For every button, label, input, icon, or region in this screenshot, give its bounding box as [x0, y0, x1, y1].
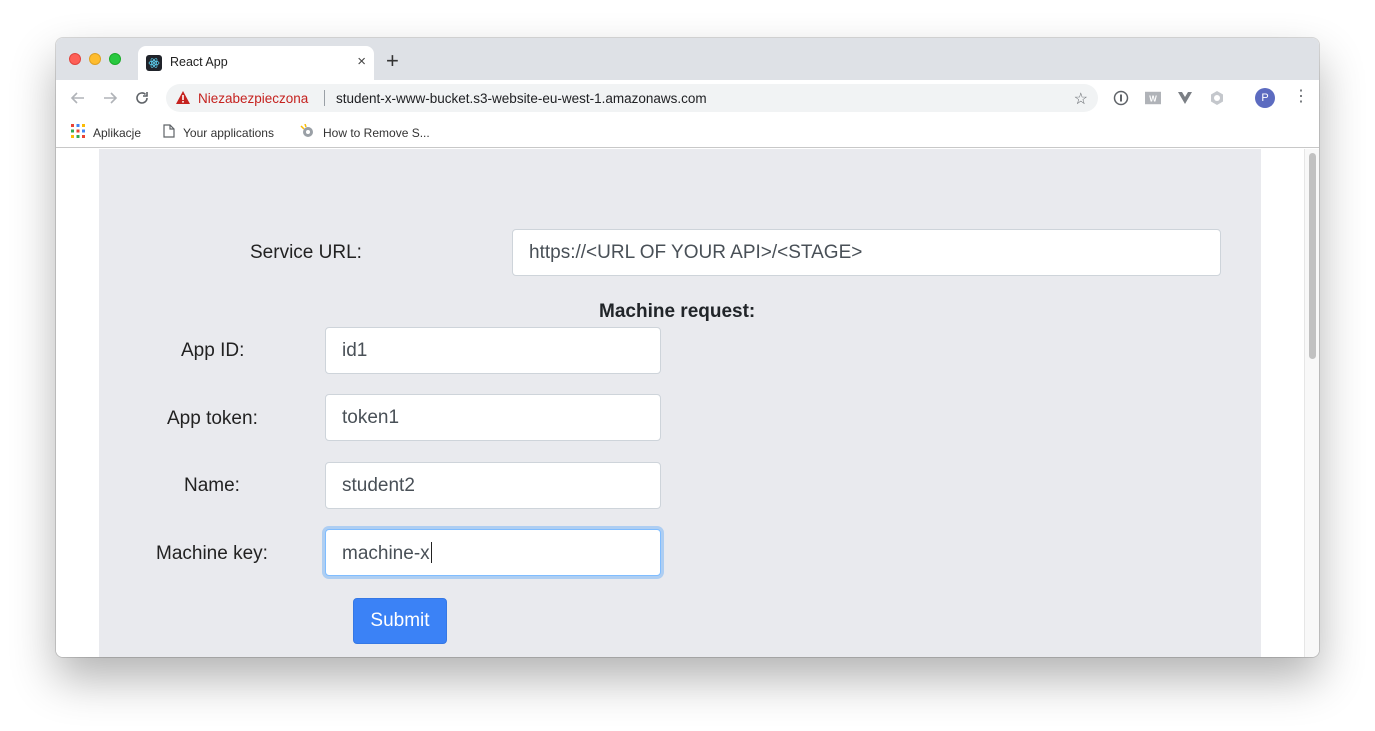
page-viewport: Service URL: https://<URL OF YOUR API>/<… — [56, 149, 1304, 657]
tab-strip: React App × + — [56, 38, 1319, 80]
browser-toolbar: Niezabezpieczona student-x-www-bucket.s3… — [56, 80, 1319, 116]
extension-vue-icon[interactable] — [1177, 90, 1193, 106]
page-icon — [163, 124, 175, 141]
extension-wappalyzer-icon[interactable]: W — [1145, 90, 1161, 106]
omnibox-separator — [324, 90, 325, 106]
window-maximize-button[interactable] — [109, 53, 121, 65]
form-panel: Service URL: https://<URL OF YOUR API>/<… — [99, 149, 1261, 657]
forward-arrow-icon[interactable] — [100, 88, 120, 108]
address-bar[interactable]: Niezabezpieczona student-x-www-bucket.s3… — [166, 84, 1098, 112]
submit-button[interactable]: Submit — [353, 598, 447, 644]
apps-grid-icon — [71, 124, 85, 141]
app-token-value: token1 — [342, 407, 400, 428]
app-id-value: id1 — [342, 340, 368, 361]
tab-close-icon[interactable]: × — [357, 53, 366, 71]
security-status-label[interactable]: Niezabezpieczona — [198, 91, 308, 106]
new-tab-button[interactable]: + — [386, 50, 399, 72]
service-url-label: Service URL: — [250, 242, 362, 263]
name-value: student2 — [342, 475, 415, 496]
name-input[interactable]: student2 — [325, 462, 661, 509]
bookmark-how-to-remove[interactable]: How to Remove S... — [300, 123, 430, 141]
bookmark-label: How to Remove S... — [323, 125, 430, 140]
menu-kebab-icon[interactable]: ⋮ — [1293, 89, 1309, 105]
site-favicon-icon — [300, 123, 315, 141]
extension-password-icon[interactable] — [1113, 90, 1129, 106]
app-id-input[interactable]: id1 — [325, 327, 661, 374]
service-url-input[interactable]: https://<URL OF YOUR API>/<STAGE> — [512, 229, 1221, 276]
browser-tab[interactable]: React App × — [138, 46, 374, 80]
bookmarks-bar: Aplikacje Your applications How to Remov… — [56, 116, 1319, 148]
extension-hexagon-icon[interactable] — [1209, 90, 1225, 106]
name-label: Name: — [184, 475, 240, 496]
tab-title: React App — [170, 55, 228, 69]
bookmark-star-icon[interactable]: ☆ — [1074, 89, 1088, 109]
warning-icon — [175, 90, 191, 110]
machine-key-label: Machine key: — [156, 543, 268, 564]
window-minimize-button[interactable] — [89, 53, 101, 65]
service-url-value: https://<URL OF YOUR API>/<STAGE> — [529, 242, 863, 263]
url-text[interactable]: student-x-www-bucket.s3-website-eu-west-… — [336, 91, 707, 106]
app-token-label: App token: — [167, 408, 258, 429]
scrollbar-thumb[interactable] — [1309, 153, 1316, 359]
bookmark-apps[interactable]: Aplikacje — [71, 124, 141, 141]
bookmark-your-applications[interactable]: Your applications — [163, 124, 274, 141]
bookmark-label: Aplikacje — [93, 125, 142, 140]
text-caret — [430, 542, 432, 563]
profile-avatar[interactable]: P — [1255, 88, 1275, 108]
browser-window: React App × + Niezabezpieczona student-x… — [56, 38, 1319, 657]
svg-text:W: W — [1149, 95, 1157, 104]
app-id-label: App ID: — [181, 340, 245, 361]
app-token-input[interactable]: token1 — [325, 394, 661, 441]
machine-key-value: machine-x — [342, 543, 430, 564]
react-logo-icon — [146, 55, 162, 71]
section-title: Machine request: — [599, 301, 756, 322]
machine-key-input[interactable]: machine-x — [325, 529, 661, 576]
back-arrow-icon[interactable] — [68, 88, 88, 108]
reload-icon[interactable] — [132, 88, 152, 108]
vertical-scrollbar[interactable] — [1304, 149, 1319, 657]
bookmark-label: Your applications — [183, 125, 274, 140]
window-close-button[interactable] — [69, 53, 81, 65]
